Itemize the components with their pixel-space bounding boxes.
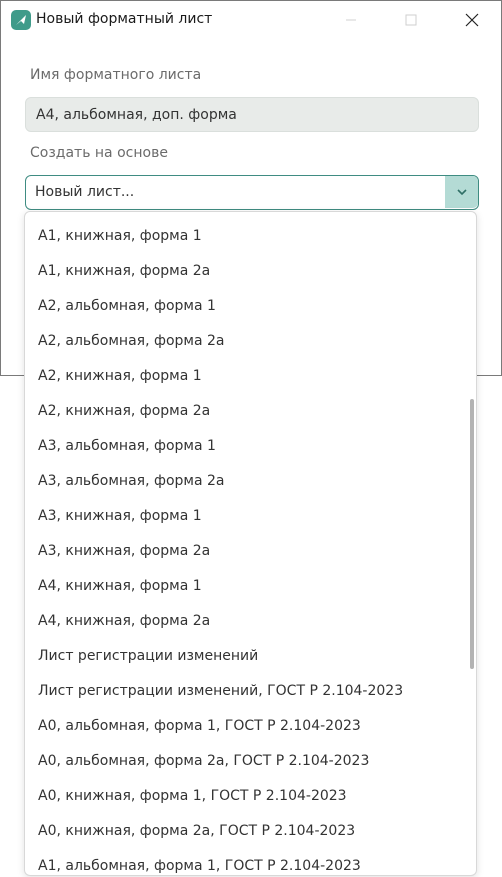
title-bar[interactable]: Новый форматный лист [1, 1, 501, 39]
scrollbar-thumb[interactable] [470, 399, 474, 669]
dropdown-option[interactable]: А3, книжная, форма 1 [25, 499, 465, 534]
dropdown-option[interactable]: А3, альбомная, форма 1 [25, 429, 465, 464]
sheet-name-label: Имя форматного листа [30, 67, 202, 83]
dropdown-option[interactable]: А0, альбомная, форма 2а, ГОСТ Р 2.104-20… [25, 744, 465, 779]
minimize-icon [346, 19, 356, 21]
base-on-dropdown-list[interactable]: А1, книжная, форма 1 А1, книжная, форма 2… [24, 211, 477, 876]
minimize-button[interactable] [328, 1, 374, 39]
dropdown-option[interactable]: А3, книжная, форма 2а [25, 534, 465, 569]
maximize-button[interactable] [388, 1, 434, 39]
dropdown-option[interactable]: А2, книжная, форма 1 [25, 359, 465, 394]
app-logo-icon [10, 9, 32, 31]
close-icon [465, 13, 479, 27]
chevron-down-icon[interactable] [445, 176, 478, 208]
dropdown-option[interactable]: А0, книжная, форма 2а, ГОСТ Р 2.104-2023 [25, 814, 465, 849]
dropdown-option[interactable]: А4, книжная, форма 2а [25, 604, 465, 639]
window-title: Новый форматный лист [36, 11, 213, 27]
dropdown-option[interactable]: А1, книжная, форма 2а [25, 254, 465, 289]
base-on-select[interactable]: Новый лист... [25, 175, 479, 210]
sheet-name-input[interactable] [25, 97, 479, 132]
dropdown-option[interactable]: А1, альбомная, форма 1, ГОСТ Р 2.104-202… [25, 849, 465, 875]
dropdown-option[interactable]: А4, книжная, форма 1 [25, 569, 465, 604]
dropdown-option[interactable]: А2, альбомная, форма 2а [25, 324, 465, 359]
maximize-icon [405, 14, 417, 26]
dropdown-option[interactable]: А0, альбомная, форма 1, ГОСТ Р 2.104-202… [25, 709, 465, 744]
dropdown-option[interactable]: А3, альбомная, форма 2а [25, 464, 465, 499]
dropdown-option[interactable]: А0, книжная, форма 1, ГОСТ Р 2.104-2023 [25, 779, 465, 814]
base-on-selected-value: Новый лист... [35, 184, 135, 200]
close-button[interactable] [449, 1, 495, 39]
dropdown-option[interactable]: Лист регистрации изменений, ГОСТ Р 2.104… [25, 674, 465, 709]
base-on-label: Создать на основе [30, 145, 168, 161]
dropdown-option[interactable]: А1, книжная, форма 1 [25, 219, 465, 254]
dropdown-option[interactable]: Лист регистрации изменений [25, 639, 465, 674]
dropdown-option[interactable]: А2, альбомная, форма 1 [25, 289, 465, 324]
dropdown-option[interactable]: А2, книжная, форма 2а [25, 394, 465, 429]
